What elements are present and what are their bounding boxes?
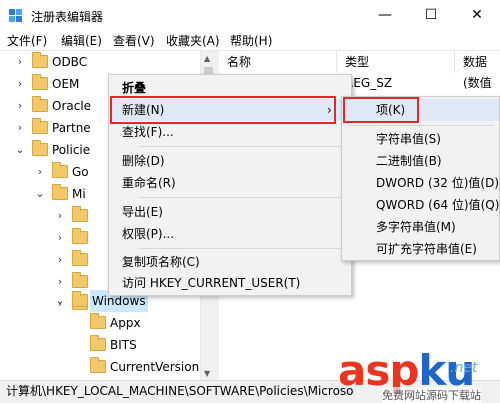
ctx-permissions[interactable]: 权限(P)...: [109, 223, 351, 245]
folder-icon: [52, 162, 68, 178]
tree-item-label: CurrentVersion: [110, 360, 200, 374]
folder-icon: [32, 96, 48, 112]
value-type: REG_SZ: [345, 76, 393, 90]
ctx-copy-key-name[interactable]: 复制项名称(C): [109, 251, 351, 273]
menu-separator: [139, 197, 347, 198]
submenu-dword-value[interactable]: DWORD (32 位)值(D): [342, 172, 499, 194]
folder-icon: [72, 206, 88, 222]
highlight-box-new: [110, 96, 336, 124]
tree-item-label: Appx: [110, 316, 141, 330]
folder-icon: [52, 184, 68, 200]
expand-icon[interactable]: ›: [14, 117, 26, 139]
collapse-icon[interactable]: ⌄: [34, 183, 46, 205]
menu-help[interactable]: 帮助(H): [230, 32, 272, 49]
submenu-expandable-string-value[interactable]: 可扩充字符串值(E): [342, 238, 499, 260]
collapse-icon[interactable]: ⌄: [14, 139, 26, 161]
scroll-up-icon[interactable]: ▲: [204, 54, 210, 63]
ctx-find[interactable]: 查找(F)...: [109, 121, 351, 143]
window-title: 注册表编辑器: [31, 10, 104, 24]
regedit-app-icon: [9, 9, 22, 22]
submenu-binary-value[interactable]: 二进制值(B): [342, 150, 499, 172]
menu-bar: 文件(F) 编辑(E) 查看(V) 收藏夹(A) 帮助(H): [0, 30, 500, 50]
title-bar: 注册表编辑器 — ☐ ✕: [0, 0, 500, 30]
watermark-subtitle: 免费网站源码下载站: [382, 387, 481, 403]
menu-edit[interactable]: 编辑(E): [61, 32, 102, 49]
menu-separator: [139, 248, 347, 249]
tree-item-label: ODBC: [52, 55, 88, 69]
column-header-name[interactable]: 名称: [219, 51, 337, 73]
folder-icon: [32, 52, 48, 68]
tree-item-label: Policie: [52, 143, 91, 157]
ctx-goto-hkcu[interactable]: 访问 HKEY_CURRENT_USER(T): [109, 272, 351, 294]
ctx-rename[interactable]: 重命名(R): [109, 172, 351, 194]
menu-separator: [348, 125, 494, 126]
folder-icon: [90, 313, 106, 329]
folder-icon: [32, 140, 48, 156]
highlight-box-key: [343, 97, 419, 123]
folder-icon: [72, 228, 88, 244]
column-header-data[interactable]: 数据: [455, 51, 500, 73]
expand-icon[interactable]: ›: [54, 249, 66, 271]
menu-file[interactable]: 文件(F): [7, 32, 47, 49]
tree-item-label: Go: [72, 165, 89, 179]
scroll-down-icon[interactable]: ▼: [204, 369, 210, 378]
watermark-net: .net: [450, 360, 478, 376]
maximize-button[interactable]: ☐: [408, 0, 454, 30]
menu-view[interactable]: 查看(V): [113, 32, 155, 49]
folder-icon: [72, 291, 88, 307]
expand-icon[interactable]: ›: [54, 205, 66, 227]
expand-icon[interactable]: ›: [14, 95, 26, 117]
minimize-button[interactable]: —: [362, 0, 408, 30]
expand-icon[interactable]: ›: [34, 161, 46, 183]
submenu-multi-string-value[interactable]: 多字符串值(M): [342, 216, 499, 238]
tree-item-label: Oracle: [52, 99, 92, 113]
folder-icon: [32, 118, 48, 134]
collapse-icon[interactable]: ⌄: [54, 290, 66, 312]
tree-item-label: Partne: [52, 121, 91, 135]
tree-item-label: Mi: [72, 187, 86, 201]
expand-icon[interactable]: ›: [14, 73, 26, 95]
tree-item-label: BITS: [110, 338, 137, 352]
folder-icon: [72, 272, 88, 288]
column-header-type[interactable]: 类型: [337, 51, 455, 73]
submenu-string-value[interactable]: 字符串值(S): [342, 128, 499, 150]
menu-favorites[interactable]: 收藏夹(A): [166, 32, 220, 49]
ctx-export[interactable]: 导出(E): [109, 201, 351, 223]
folder-icon: [90, 335, 106, 351]
expand-icon[interactable]: ›: [14, 51, 26, 73]
menu-separator: [139, 146, 347, 147]
folder-icon: [32, 74, 48, 90]
close-button[interactable]: ✕: [454, 0, 500, 30]
ctx-delete[interactable]: 删除(D): [109, 150, 351, 172]
folder-icon: [72, 250, 88, 266]
expand-icon[interactable]: ›: [54, 227, 66, 249]
folder-icon: [90, 357, 106, 373]
submenu-qword-value[interactable]: QWORD (64 位)值(Q): [342, 194, 499, 216]
tree-item-label: OEM: [52, 77, 80, 91]
watermark-logo: aspku .net 免费网站源码下载站: [338, 346, 500, 403]
